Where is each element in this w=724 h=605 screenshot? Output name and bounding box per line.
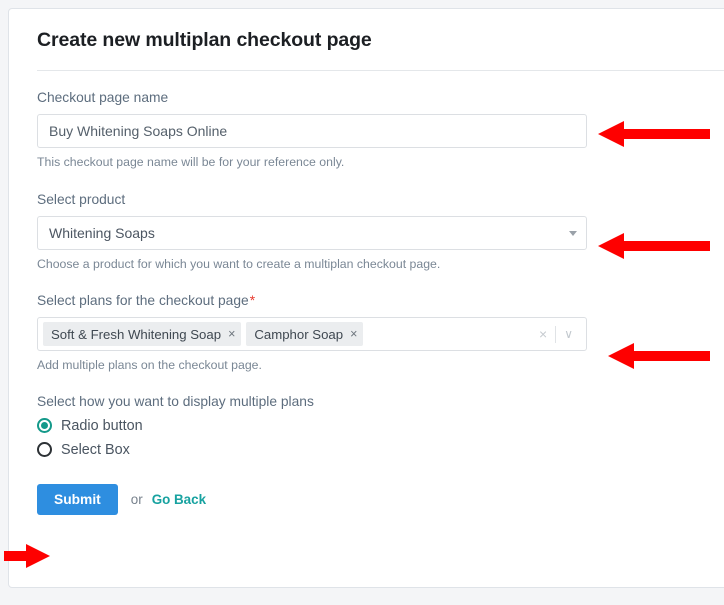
page-title: Create new multiplan checkout page <box>37 29 372 51</box>
select-plans-label-text: Select plans for the checkout page <box>37 293 249 309</box>
select-product-help: Choose a product for which you want to c… <box>37 256 441 271</box>
checkout-name-label: Checkout page name <box>37 90 169 106</box>
selected-plans-tag-list: Soft & Fresh Whitening Soap × Camphor So… <box>43 322 531 347</box>
select-plans-multiselect[interactable]: Soft & Fresh Whitening Soap × Camphor So… <box>37 317 587 352</box>
plan-tag-label: Soft & Fresh Whitening Soap <box>51 326 222 342</box>
checkout-name-input[interactable] <box>37 114 587 149</box>
multiselect-actions: × ∨ <box>531 325 582 343</box>
select-product-value: Whitening Soaps <box>49 224 155 241</box>
card-header: Create new multiplan checkout page <box>9 9 724 72</box>
radio-selected-icon[interactable] <box>37 418 52 434</box>
select-plans-help: Add multiple plans on the checkout page. <box>37 358 262 373</box>
plan-tag[interactable]: Camphor Soap × <box>246 322 364 347</box>
radio-option-radio-button[interactable]: Radio button <box>37 418 724 434</box>
radio-option-label: Select Box <box>61 441 130 458</box>
required-asterisk: * <box>249 293 256 309</box>
display-mode-label: Select how you want to display multiple … <box>37 393 314 409</box>
create-checkout-page-card: Create new multiplan checkout page Check… <box>8 8 724 588</box>
submit-button[interactable]: Submit <box>37 483 118 515</box>
field-group-checkout-name: Checkout page name This checkout page na… <box>37 89 724 171</box>
chevron-down-icon[interactable]: ∨ <box>556 328 579 340</box>
plan-tag-label: Camphor Soap <box>254 326 344 342</box>
or-separator-label: or <box>130 491 143 507</box>
radio-option-label: Radio button <box>61 417 143 434</box>
close-icon[interactable]: × <box>350 328 357 341</box>
field-group-select-product: Select product Whitening Soaps Choose a … <box>37 191 724 273</box>
form-footer: Submit or Go Back <box>37 483 724 515</box>
field-group-select-plans: Select plans for the checkout page* Soft… <box>37 292 724 374</box>
select-product-wrapper: Whitening Soaps <box>37 215 587 250</box>
select-plans-label: Select plans for the checkout page* <box>37 292 724 310</box>
checkout-name-help: This checkout page name will be for your… <box>37 155 345 170</box>
radio-option-select-box[interactable]: Select Box <box>37 442 724 458</box>
select-product-label: Select product <box>37 191 126 207</box>
close-icon[interactable]: × <box>228 328 235 341</box>
go-back-link[interactable]: Go Back <box>152 492 206 507</box>
card-body: Checkout page name This checkout page na… <box>9 71 724 515</box>
field-group-display-mode: Select how you want to display multiple … <box>37 394 724 458</box>
select-product-dropdown[interactable]: Whitening Soaps <box>37 215 587 250</box>
clear-all-icon[interactable]: × <box>531 327 555 341</box>
plan-tag[interactable]: Soft & Fresh Whitening Soap × <box>43 322 242 347</box>
radio-unselected-icon[interactable] <box>37 442 52 458</box>
